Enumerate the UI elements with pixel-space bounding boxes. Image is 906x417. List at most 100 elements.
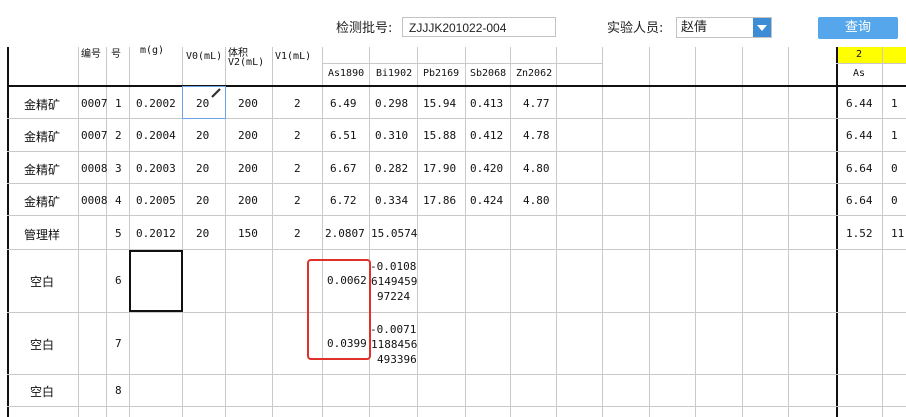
row-line — [7, 312, 906, 313]
row-line — [7, 215, 906, 216]
cell-v2[interactable]: 200 — [238, 97, 258, 110]
cell-pb[interactable]: 15.94 — [423, 97, 456, 110]
col-line — [272, 47, 273, 417]
cell-v2[interactable]: 150 — [238, 227, 258, 240]
cell-v1[interactable]: 2 — [294, 194, 301, 207]
cell-v1[interactable]: 2 — [294, 227, 301, 240]
col-line — [465, 47, 466, 417]
cell-sb[interactable]: 0.420 — [470, 162, 503, 175]
right-group-header-bg-2 — [883, 47, 906, 63]
col-line — [129, 47, 130, 417]
cell-number[interactable]: 0007 — [81, 129, 108, 142]
row-line — [7, 151, 906, 152]
header-element: Pb2169 — [423, 68, 460, 79]
cell-right-1[interactable]: 6.44 — [846, 129, 873, 142]
cell-mass[interactable]: 0.2003 — [136, 162, 176, 175]
cell-number[interactable]: 0008 — [81, 162, 108, 175]
cell-bi-line1[interactable]: -0.0071 — [370, 323, 416, 336]
cell-type[interactable]: 金精矿 — [24, 128, 60, 145]
cell-mass[interactable]: 0.2012 — [136, 227, 176, 240]
cell-v0[interactable]: 20 — [196, 162, 209, 175]
header-element: As1890 — [328, 68, 365, 79]
cell-right-2[interactable]: 11. — [891, 227, 906, 240]
cell-bi[interactable]: 0.334 — [375, 194, 408, 207]
cell-zn[interactable]: 4.78 — [523, 129, 550, 142]
cell-seq[interactable]: 6 — [115, 274, 122, 287]
cell-right-2[interactable]: 1 — [891, 129, 898, 142]
cell-as[interactable]: 6.51 — [330, 129, 357, 142]
selected-cell[interactable] — [129, 250, 183, 312]
cell-type[interactable]: 空白 — [30, 273, 54, 290]
header-seq: 号 — [111, 49, 121, 60]
cell-pb[interactable]: 17.90 — [423, 162, 456, 175]
cell-type[interactable]: 金精矿 — [24, 161, 60, 178]
cell-mass[interactable]: 0.2002 — [136, 97, 176, 110]
col-line — [695, 47, 696, 417]
cell-seq[interactable]: 8 — [115, 384, 122, 397]
cell-as[interactable]: 6.49 — [330, 97, 357, 110]
cell-number[interactable]: 0007 — [81, 97, 108, 110]
cell-type[interactable]: 金精矿 — [24, 193, 60, 210]
cell-v0[interactable]: 20 — [196, 97, 209, 110]
row-line — [7, 374, 906, 375]
cell-right-2[interactable]: 1 — [891, 97, 898, 110]
cell-pb[interactable]: 15.88 — [423, 129, 456, 142]
cell-pb[interactable]: 17.86 — [423, 194, 456, 207]
cell-seq[interactable]: 7 — [115, 337, 122, 350]
cell-bi[interactable]: 15.0574 — [371, 227, 417, 240]
cell-as[interactable]: 6.72 — [330, 194, 357, 207]
cell-right-1[interactable]: 6.64 — [846, 194, 873, 207]
cell-sb[interactable]: 0.412 — [470, 129, 503, 142]
header-element: Sb2068 — [470, 68, 507, 79]
cell-type[interactable]: 金精矿 — [24, 96, 60, 113]
cell-bi-line3[interactable]: 97224 — [377, 290, 410, 303]
cell-bi-line2[interactable]: 1188456 — [371, 338, 417, 351]
cell-right-1[interactable]: 6.64 — [846, 162, 873, 175]
cell-v2[interactable]: 200 — [238, 129, 258, 142]
cell-zn[interactable]: 4.80 — [523, 194, 550, 207]
cell-seq[interactable]: 5 — [115, 227, 122, 240]
cell-bi-line2[interactable]: 6149459 — [371, 275, 417, 288]
header-element: Bi1902 — [376, 68, 413, 79]
cell-seq[interactable]: 4 — [115, 194, 122, 207]
header-mass: m(g) — [140, 45, 165, 56]
cell-right-2[interactable]: 0 — [891, 162, 898, 175]
cell-as[interactable]: 2.0807 — [325, 227, 365, 240]
row-line — [7, 118, 906, 119]
cell-bi[interactable]: 0.282 — [375, 162, 408, 175]
cell-type[interactable]: 管理样 — [24, 226, 60, 243]
cell-v1[interactable]: 2 — [294, 97, 301, 110]
cell-bi-line1[interactable]: -0.0108 — [370, 260, 416, 273]
cell-right-1[interactable]: 6.44 — [846, 97, 873, 110]
cell-number[interactable]: 0008 — [81, 194, 108, 207]
cell-v2[interactable]: 200 — [238, 194, 258, 207]
col-line — [78, 47, 79, 417]
cell-seq[interactable]: 1 — [115, 97, 122, 110]
cell-v1[interactable]: 2 — [294, 129, 301, 142]
header-v1: V1(mL) — [275, 51, 312, 62]
cell-sb[interactable]: 0.413 — [470, 97, 503, 110]
cell-type[interactable]: 空白 — [30, 383, 54, 400]
cell-seq[interactable]: 2 — [115, 129, 122, 142]
header-bottom-border — [7, 85, 906, 87]
cell-right-1[interactable]: 1.52 — [846, 227, 873, 240]
cell-v0[interactable]: 20 — [196, 227, 209, 240]
cell-bi[interactable]: 0.298 — [375, 97, 408, 110]
cell-mass[interactable]: 0.2004 — [136, 129, 176, 142]
cell-mass[interactable]: 0.2005 — [136, 194, 176, 207]
cell-sb[interactable]: 0.424 — [470, 194, 503, 207]
header-subline-right — [836, 63, 906, 64]
cell-zn[interactable]: 4.77 — [523, 97, 550, 110]
cell-right-2[interactable]: 0 — [891, 194, 898, 207]
cell-v0[interactable]: 20 — [196, 194, 209, 207]
cell-zn[interactable]: 4.80 — [523, 162, 550, 175]
cell-v2[interactable]: 200 — [238, 162, 258, 175]
cell-v0[interactable]: 20 — [196, 129, 209, 142]
cell-v1[interactable]: 2 — [294, 162, 301, 175]
cell-bi[interactable]: 0.310 — [375, 129, 408, 142]
cell-type[interactable]: 空白 — [30, 336, 54, 353]
cell-bi-line3[interactable]: 493396 — [377, 353, 417, 366]
cell-seq[interactable]: 3 — [115, 162, 122, 175]
right-group-number: 2 — [856, 49, 863, 60]
cell-as[interactable]: 6.67 — [330, 162, 357, 175]
